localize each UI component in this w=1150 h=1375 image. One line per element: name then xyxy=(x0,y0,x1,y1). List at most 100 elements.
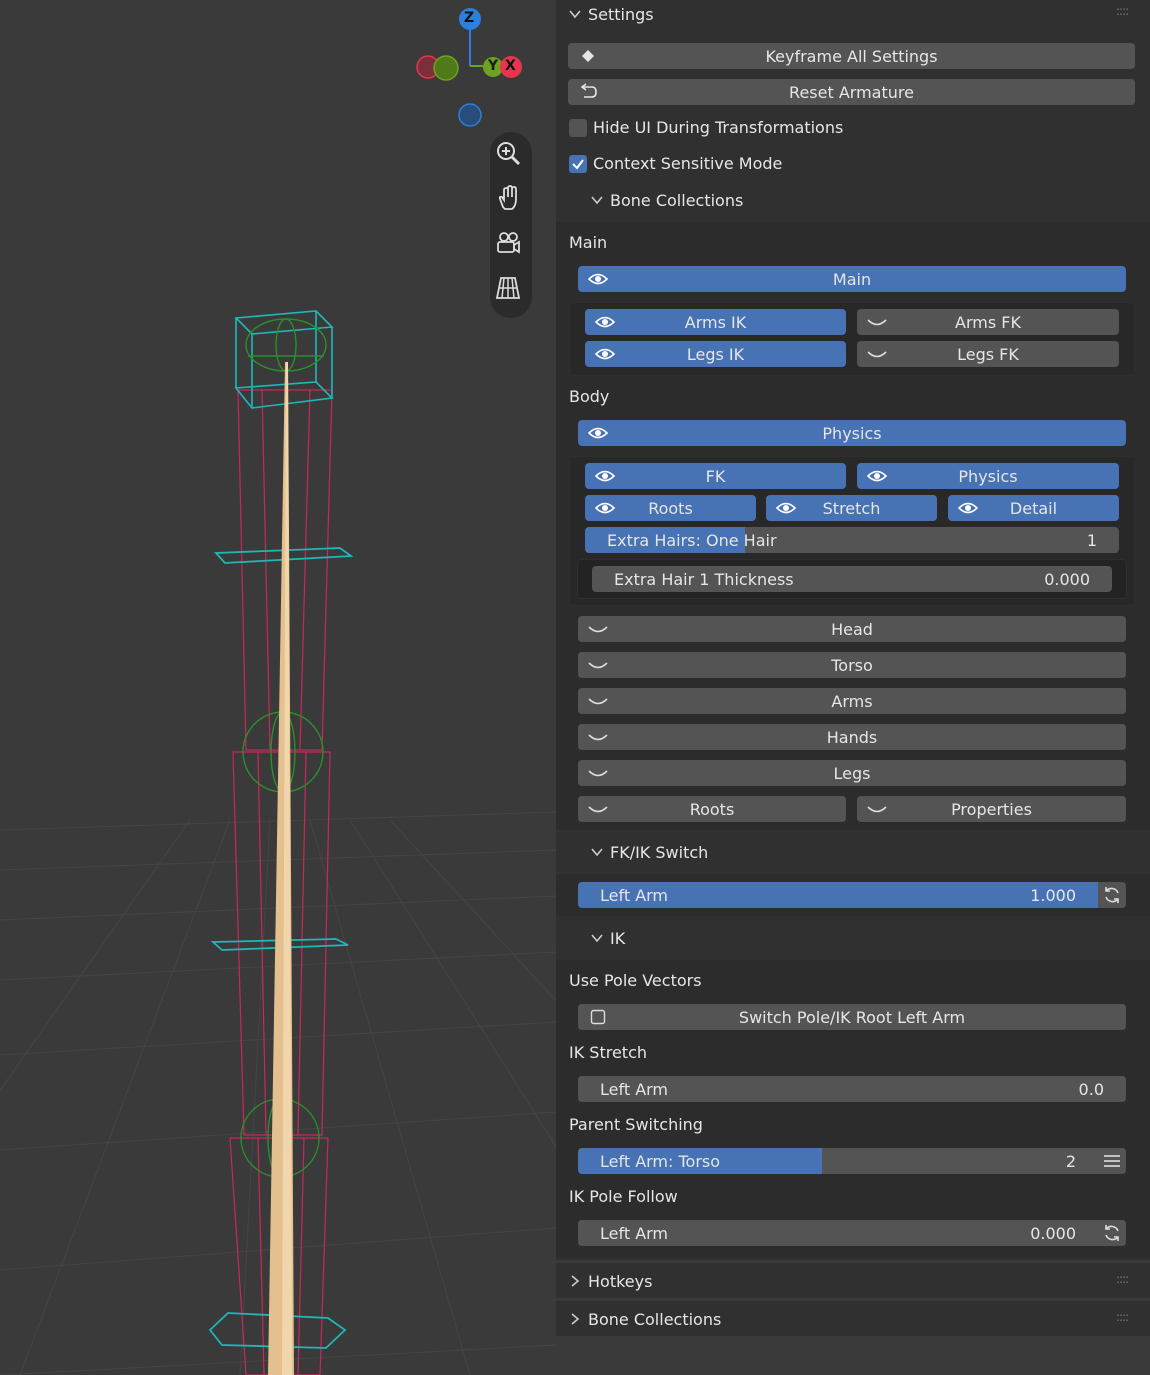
physics-detail-button[interactable]: Detail xyxy=(948,495,1119,521)
chevron-down-icon xyxy=(591,848,603,857)
physics-stretch-button[interactable]: Stretch xyxy=(766,495,937,521)
bone-collections-subpanel-header[interactable]: Bone Collections xyxy=(590,189,743,211)
refresh-icon xyxy=(1105,887,1119,903)
legs-fk-label: Legs FK xyxy=(957,344,1019,364)
use-pole-vectors-heading: Use Pole Vectors xyxy=(569,971,702,990)
collection-row-torso[interactable]: Torso xyxy=(578,652,1126,678)
switch-pole-label: Switch Pole/IK Root Left Arm xyxy=(738,1007,966,1027)
switch-pole-toggle[interactable]: Switch Pole/IK Root Left Arm xyxy=(578,1004,1126,1030)
collection-row-arms[interactable]: Arms xyxy=(578,688,1126,714)
physics-physics-label: Physics xyxy=(958,466,1018,486)
fkik-title: FK/IK Switch xyxy=(610,842,709,862)
bone-collections-panel-title: Bone Collections xyxy=(588,1309,722,1329)
settings-panel-header[interactable]: Settings xyxy=(568,3,654,25)
eye-closed-icon xyxy=(588,655,608,675)
chevron-right-icon xyxy=(571,1313,580,1325)
zoom-icon[interactable] xyxy=(495,140,527,172)
bone-collections-sub-title: Bone Collections xyxy=(610,190,744,210)
extra-hairs-label: Extra Hairs: One Hair xyxy=(607,531,777,550)
chevron-right-icon xyxy=(571,1275,580,1287)
ik-stretch-label: Left Arm xyxy=(600,1080,669,1099)
hide-ui-label: Hide UI During Transformations xyxy=(593,118,844,137)
physics-physics-button[interactable]: Physics xyxy=(857,463,1119,489)
legs-ik-button[interactable]: Legs IK xyxy=(585,341,846,367)
pan-hand-icon[interactable] xyxy=(495,185,527,217)
gizmo-y-label[interactable]: Y xyxy=(488,58,498,74)
main-collection-button[interactable]: Main xyxy=(578,266,1126,292)
ik-stretch-value: 0.0 xyxy=(1078,1080,1104,1099)
reset-armature-button[interactable]: Reset Armature xyxy=(568,79,1135,105)
parent-switching-heading: Parent Switching xyxy=(569,1115,703,1134)
arms-fk-button[interactable]: Arms FK xyxy=(857,309,1119,335)
eye-closed-icon xyxy=(867,312,887,332)
gizmo-x-label[interactable]: X xyxy=(505,58,516,74)
context-sensitive-checkbox[interactable] xyxy=(569,155,587,173)
drag-handle-icon[interactable]: :::: xyxy=(1116,4,1129,18)
camera-icon[interactable] xyxy=(495,230,527,262)
eye-icon xyxy=(595,498,615,518)
fkik-left-arm-label: Left Arm xyxy=(600,886,669,905)
chevron-down-icon xyxy=(591,934,603,943)
viewport-canvas xyxy=(0,8,556,1375)
physics-roots-label: Roots xyxy=(648,498,693,518)
ik-stretch-slider[interactable]: Left Arm 0.0 xyxy=(578,1076,1126,1102)
eye-icon xyxy=(776,498,796,518)
eye-closed-icon xyxy=(588,619,608,639)
roots-collection-button[interactable]: Roots xyxy=(578,796,846,822)
main-heading: Main xyxy=(569,233,608,252)
keyframe-all-settings-button[interactable]: Keyframe All Settings xyxy=(568,43,1135,69)
legs-fk-button[interactable]: Legs FK xyxy=(857,341,1119,367)
properties-collection-button[interactable]: Properties xyxy=(857,796,1126,822)
collection-row-hands[interactable]: Hands xyxy=(578,724,1126,750)
arms-ik-button[interactable]: Arms IK xyxy=(585,309,846,335)
parent-switching-label: Left Arm: Torso xyxy=(600,1152,721,1171)
eye-closed-icon xyxy=(588,691,608,711)
extra-hairs-slider[interactable]: Extra Hairs: One Hair 1 xyxy=(585,527,1119,553)
physics-stretch-label: Stretch xyxy=(822,498,881,518)
collection-row-legs[interactable]: Legs xyxy=(578,760,1126,786)
ik-pole-follow-snap-button[interactable] xyxy=(1098,1220,1126,1246)
hotkeys-title: Hotkeys xyxy=(588,1271,653,1291)
undo-arrow-icon xyxy=(578,82,598,102)
perspective-grid-icon[interactable] xyxy=(495,275,527,307)
physics-collection-button[interactable]: Physics xyxy=(578,420,1126,446)
sidebar-panel: Settings :::: Keyframe All Settings Rese… xyxy=(556,0,1150,1375)
parent-switching-slider[interactable]: Left Arm: Torso 2 xyxy=(578,1148,1098,1174)
eye-closed-icon xyxy=(867,344,887,364)
keyframe-diamond-icon xyxy=(578,46,598,66)
ik-subpanel-header[interactable]: IK xyxy=(590,927,625,949)
fkik-subpanel-header[interactable]: FK/IK Switch xyxy=(590,841,708,863)
gizmo-z-label[interactable]: Z xyxy=(464,10,474,26)
physics-roots-button[interactable]: Roots xyxy=(585,495,756,521)
fkik-left-arm-slider[interactable]: Left Arm 1.000 xyxy=(578,882,1098,908)
3d-viewport[interactable]: Z Y X xyxy=(0,0,556,1375)
keyframe-all-label: Keyframe All Settings xyxy=(765,46,938,66)
ik-pole-follow-label: Left Arm xyxy=(600,1224,669,1243)
settings-title: Settings xyxy=(588,4,654,24)
roots-label: Roots xyxy=(689,799,735,819)
hotkeys-panel-header[interactable]: Hotkeys xyxy=(568,1270,652,1292)
arms-ik-label: Arms IK xyxy=(684,312,747,332)
bone-collections-panel-header[interactable]: Bone Collections xyxy=(568,1308,721,1330)
drag-handle-icon[interactable]: :::: xyxy=(1116,1310,1129,1324)
drag-handle-icon[interactable]: :::: xyxy=(1116,1272,1129,1286)
collection-row-head[interactable]: Head xyxy=(578,616,1126,642)
checkmark-icon xyxy=(572,159,584,170)
hide-ui-checkbox[interactable] xyxy=(569,119,587,137)
chevron-down-icon xyxy=(591,196,603,205)
ik-pole-follow-value: 0.000 xyxy=(1030,1224,1076,1243)
fkik-snap-button[interactable] xyxy=(1098,882,1126,908)
parent-switching-menu-button[interactable] xyxy=(1098,1148,1126,1174)
ik-pole-follow-slider[interactable]: Left Arm 0.000 xyxy=(578,1220,1098,1246)
eye-icon xyxy=(867,466,887,486)
chevron-down-icon xyxy=(569,10,581,19)
extra-hair-thickness-label: Extra Hair 1 Thickness xyxy=(614,570,794,589)
eye-icon xyxy=(595,466,615,486)
legs-ik-label: Legs IK xyxy=(686,344,745,364)
reset-armature-label: Reset Armature xyxy=(789,82,914,102)
physics-fk-button[interactable]: FK xyxy=(585,463,846,489)
collection-row-label: Head xyxy=(831,619,873,639)
extra-hair-thickness-value: 0.000 xyxy=(1044,570,1090,589)
extra-hair-thickness-field[interactable]: Extra Hair 1 Thickness 0.000 xyxy=(592,566,1112,592)
checkbox-icon xyxy=(588,1007,608,1027)
